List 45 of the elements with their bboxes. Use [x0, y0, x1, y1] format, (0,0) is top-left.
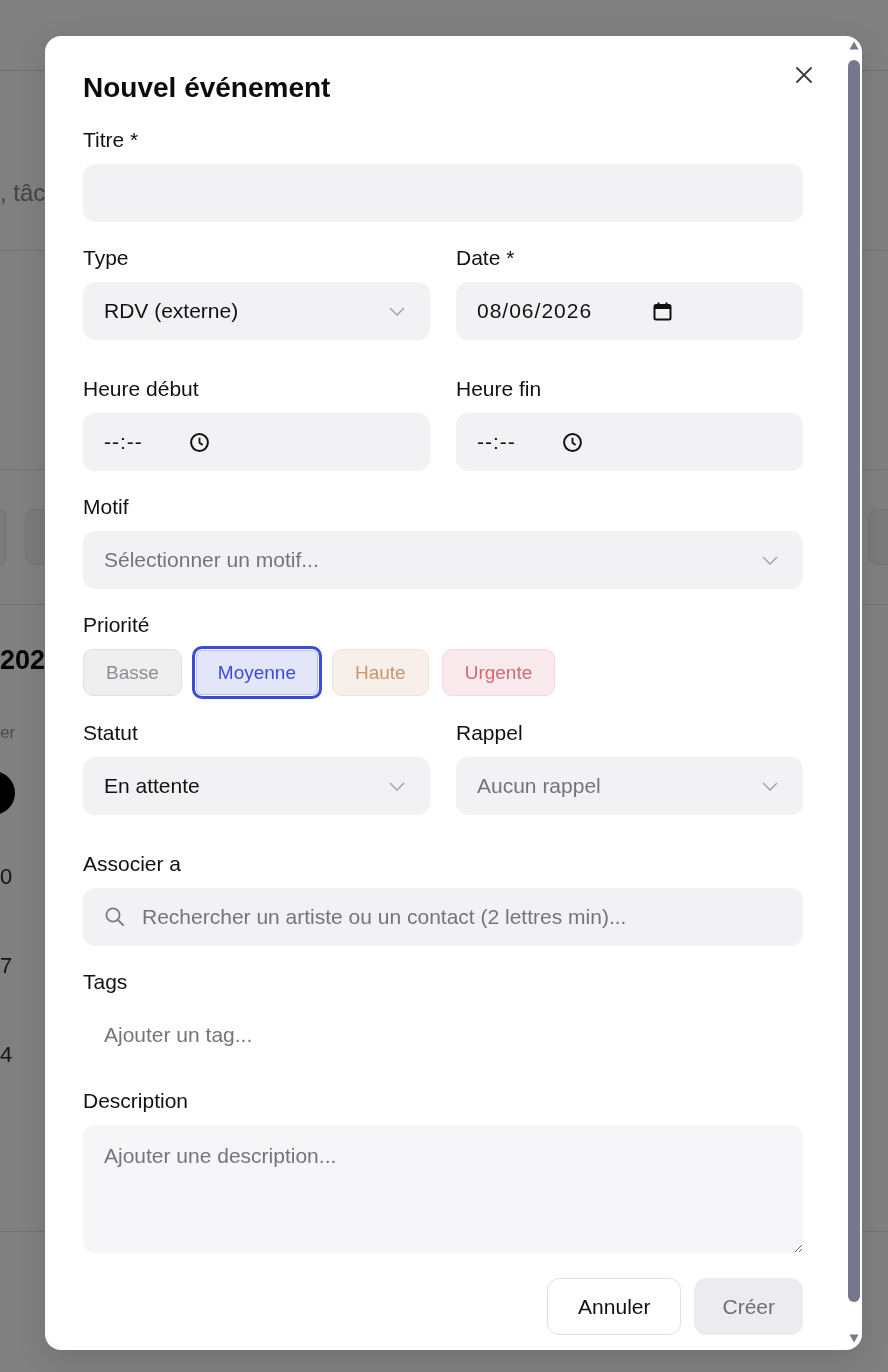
section-heading: 202: [0, 644, 46, 677]
priority-option[interactable]: Moyenne: [191, 646, 322, 699]
field-label: Rappel: [456, 721, 523, 745]
time-input[interactable]: --:--: [456, 413, 803, 471]
field-label: Motif: [83, 495, 129, 519]
priority-option[interactable]: Basse: [83, 649, 182, 696]
time-input[interactable]: --:--: [83, 413, 430, 471]
scroll-up-icon[interactable]: [848, 41, 859, 50]
priority-option[interactable]: Urgente: [441, 649, 556, 696]
chevron-down-icon: [762, 781, 778, 791]
clock-icon: [563, 432, 582, 452]
field-label: Type: [83, 246, 129, 270]
search-text: , tâc: [0, 178, 46, 208]
clock-icon: [190, 432, 209, 452]
scroll-down-icon[interactable]: [848, 1334, 859, 1343]
search-field[interactable]: Rechercher un artiste ou un contact (2 lettres min)...: [83, 888, 803, 946]
tag-input[interactable]: Ajouter un tag...: [83, 1006, 803, 1064]
field-label: Priorité: [83, 613, 150, 637]
field-label: Description: [83, 1089, 189, 1113]
search-icon: [105, 907, 124, 926]
field-label: Heure fin: [456, 377, 542, 401]
field-label: Heure début: [83, 377, 199, 401]
reminder-select[interactable]: Aucun rappel: [456, 757, 803, 815]
scrollbar-thumb[interactable]: [847, 60, 860, 1302]
close-icon[interactable]: [796, 67, 812, 83]
chevron-down-icon: [389, 781, 405, 791]
circle-marker-icon: [0, 771, 15, 815]
field-label: Date *: [456, 246, 515, 270]
calendar-cell-number: 4: [0, 1042, 13, 1068]
calendar-icon: [653, 301, 672, 321]
status-select[interactable]: En attente: [83, 757, 430, 815]
description-textarea[interactable]: Ajouter une description...: [83, 1125, 803, 1253]
motif-select[interactable]: Sélectionner un motif...: [83, 531, 803, 589]
type-select[interactable]: RDV (externe): [83, 282, 430, 340]
field-label: Titre *: [83, 128, 139, 152]
chevron-down-icon: [389, 306, 405, 316]
field-label: Statut: [83, 721, 138, 745]
field-label: Associer a: [83, 852, 182, 876]
dialog-title: Nouvel événement: [83, 71, 331, 105]
field-label: Tags: [83, 970, 128, 994]
chevron-down-icon: [762, 555, 778, 565]
calendar-cell-number: 7: [0, 953, 13, 979]
date-input[interactable]: 08/06/2026: [456, 282, 803, 340]
cancel-button[interactable]: Annuler: [547, 1278, 682, 1335]
calendar-cell-number: 0: [0, 864, 13, 890]
